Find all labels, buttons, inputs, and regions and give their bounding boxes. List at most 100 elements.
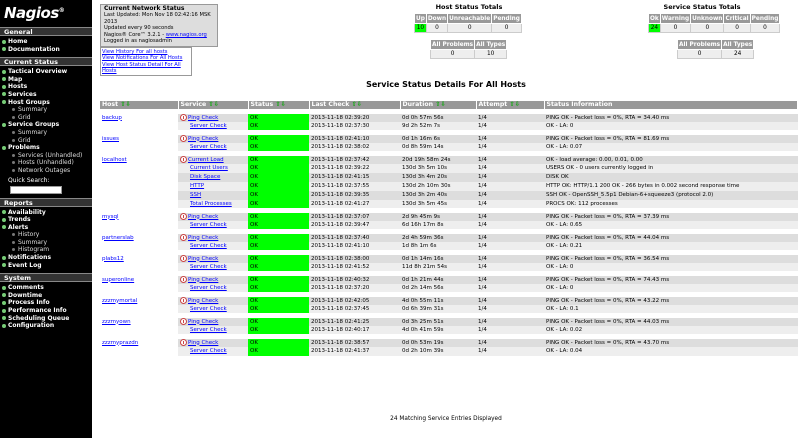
service-link[interactable]: Ping Check xyxy=(188,215,218,220)
host-icon[interactable] xyxy=(180,214,187,220)
totals-header-up[interactable]: Up xyxy=(414,13,427,24)
host-link[interactable]: superonline xyxy=(102,278,134,283)
quick-search-input[interactable] xyxy=(10,185,62,194)
sidebar-subitem-grid[interactable]: Grid xyxy=(2,137,92,145)
sidebar-item-performance-info[interactable]: Performance Info xyxy=(2,307,92,315)
service-link[interactable]: Server Check xyxy=(190,144,227,150)
host-link[interactable]: issues xyxy=(102,137,119,142)
sidebar-item-comments[interactable]: Comments xyxy=(2,284,92,292)
service-link[interactable]: Server Check xyxy=(190,327,227,333)
totals-header-all-types[interactable]: All Types xyxy=(474,39,508,50)
column-header-host[interactable]: Host ⇧⇩ xyxy=(100,101,179,111)
totals-header-all-problems[interactable]: All Problems xyxy=(676,39,723,50)
totals-header-unknown[interactable]: Unknown xyxy=(690,13,725,24)
sidebar-subitem-summary[interactable]: Summary xyxy=(2,239,92,247)
service-link[interactable]: Current Load xyxy=(188,158,224,163)
service-link[interactable]: Ping Check xyxy=(188,299,218,304)
host-link[interactable]: backup xyxy=(102,116,122,121)
column-header-duration[interactable]: Duration ⇧⇩ xyxy=(400,101,477,111)
totals-header-down[interactable]: Down xyxy=(425,13,449,24)
service-link[interactable]: Server Check xyxy=(190,306,227,312)
sidebar-item-service-groups[interactable]: Service Groups xyxy=(2,121,92,129)
sidebar-subitem-summary[interactable]: Summary xyxy=(2,129,92,137)
sidebar-subitem-hosts-unhandled[interactable]: Hosts (Unhandled) xyxy=(2,159,92,167)
nagios-logo[interactable]: Nagios® xyxy=(0,0,92,26)
host-icon[interactable] xyxy=(180,319,187,325)
host-link[interactable]: localhost xyxy=(102,158,127,163)
sidebar-item-process-info[interactable]: Process Info xyxy=(2,299,92,307)
service-link[interactable]: Server Check xyxy=(190,285,227,291)
service-link[interactable]: Server Check xyxy=(190,264,227,270)
host-icon[interactable] xyxy=(180,277,187,283)
service-link[interactable]: Ping Check xyxy=(188,236,218,241)
sidebar-item-notifications[interactable]: Notifications xyxy=(2,254,92,262)
sidebar-item-alerts[interactable]: Alerts xyxy=(2,224,92,232)
service-link[interactable]: Ping Check xyxy=(188,257,218,262)
service-link[interactable]: Ping Check xyxy=(188,137,218,142)
sidebar-subitem-histogram[interactable]: Histogram xyxy=(2,246,92,254)
sidebar-item-home[interactable]: Home xyxy=(2,38,92,46)
totals-header-all-problems[interactable]: All Problems xyxy=(429,39,476,50)
sidebar-subitem-summary[interactable]: Summary xyxy=(2,106,92,114)
service-link[interactable]: Ping Check xyxy=(188,278,218,283)
service-link[interactable]: Disk Space xyxy=(190,174,220,180)
service-link[interactable]: Ping Check xyxy=(188,116,218,121)
view-host-detail-link[interactable]: View Host Status Detail For All Hosts xyxy=(102,62,190,75)
service-link[interactable]: Server Check xyxy=(190,222,227,228)
sidebar-subitem-history[interactable]: History xyxy=(2,231,92,239)
host-icon[interactable] xyxy=(180,157,187,163)
column-header-attempt[interactable]: Attempt ⇧⇩ xyxy=(476,101,545,111)
sidebar-item-documentation[interactable]: Documentation xyxy=(2,46,92,54)
sidebar-item-map[interactable]: Map xyxy=(2,76,92,84)
service-link[interactable]: Total Processes xyxy=(190,201,232,207)
sort-arrows-icon[interactable]: ⇧⇩ xyxy=(352,101,362,108)
column-header-status[interactable]: Status ⇧⇩ xyxy=(248,101,310,111)
host-link[interactable]: zzzmyprazdn xyxy=(102,341,138,346)
service-link[interactable]: HTTP xyxy=(190,183,204,189)
host-link[interactable]: zzzmymortal xyxy=(102,299,137,304)
sort-arrows-icon[interactable]: ⇧⇩ xyxy=(208,101,218,108)
sidebar-item-event-log[interactable]: Event Log xyxy=(2,262,92,270)
totals-header-all-types[interactable]: All Types xyxy=(721,39,755,50)
totals-header-ok[interactable]: Ok xyxy=(648,13,661,24)
service-link[interactable]: SSH xyxy=(190,192,201,198)
sidebar-item-configuration[interactable]: Configuration xyxy=(2,322,92,330)
column-header-last-check[interactable]: Last Check ⇧⇩ xyxy=(309,101,401,111)
service-link[interactable]: Server Check xyxy=(190,123,227,129)
host-icon[interactable] xyxy=(180,256,187,262)
host-icon[interactable] xyxy=(180,115,187,121)
host-link[interactable]: plabs12 xyxy=(102,257,124,262)
sidebar-subitem-services-unhandled[interactable]: Services (Unhandled) xyxy=(2,152,92,160)
sort-arrows-icon[interactable]: ⇧⇩ xyxy=(435,101,445,108)
sidebar-subitem-grid[interactable]: Grid xyxy=(2,114,92,122)
host-icon[interactable] xyxy=(180,298,187,304)
totals-header-warning[interactable]: Warning xyxy=(659,13,692,24)
sidebar-item-availability[interactable]: Availability xyxy=(2,209,92,217)
service-link[interactable]: Server Check xyxy=(190,243,227,249)
sidebar-item-services[interactable]: Services xyxy=(2,91,92,99)
sidebar-item-host-groups[interactable]: Host Groups xyxy=(2,99,92,107)
host-link[interactable]: mysql xyxy=(102,215,119,220)
column-header-status-information[interactable]: Status Information xyxy=(544,101,798,111)
service-link[interactable]: Ping Check xyxy=(188,320,218,325)
service-link[interactable]: Server Check xyxy=(190,348,227,354)
host-icon[interactable] xyxy=(180,136,187,142)
totals-header-pending[interactable]: Pending xyxy=(491,13,522,24)
sidebar-item-trends[interactable]: Trends xyxy=(2,216,92,224)
service-link[interactable]: Ping Check xyxy=(188,341,218,346)
host-icon[interactable] xyxy=(180,340,187,346)
host-link[interactable]: partnerslab xyxy=(102,236,134,241)
sort-arrows-icon[interactable]: ⇧⇩ xyxy=(509,101,519,108)
host-icon[interactable] xyxy=(180,235,187,241)
nagios-org-link[interactable]: www.nagios.org xyxy=(166,32,207,38)
sidebar-item-problems[interactable]: Problems xyxy=(2,144,92,152)
sort-arrows-icon[interactable]: ⇧⇩ xyxy=(120,101,130,108)
sidebar-item-hosts[interactable]: Hosts xyxy=(2,83,92,91)
service-link[interactable]: Current Users xyxy=(190,165,228,171)
sidebar-item-downtime[interactable]: Downtime xyxy=(2,292,92,300)
sidebar-item-tactical-overview[interactable]: Tactical Overview xyxy=(2,68,92,76)
sidebar-subitem-network-outages[interactable]: Network Outages xyxy=(2,167,92,175)
view-notifications-link[interactable]: View Notifications For All Hosts xyxy=(102,55,190,61)
totals-header-unreachable[interactable]: Unreachable xyxy=(447,13,493,24)
totals-header-pending[interactable]: Pending xyxy=(749,13,781,24)
